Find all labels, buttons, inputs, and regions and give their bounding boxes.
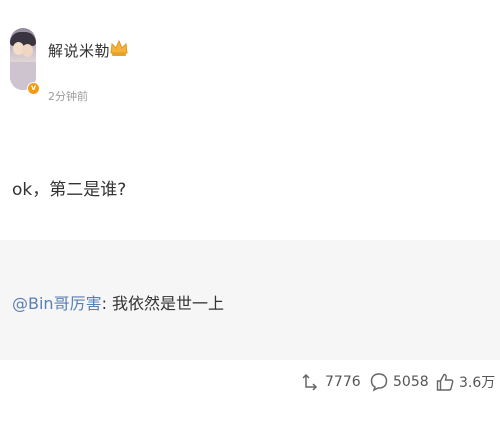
repost-icon: [302, 373, 318, 391]
repost-text: : 我依然是世一上: [101, 294, 225, 313]
comment-icon: [370, 373, 388, 392]
comment-count: 5058: [393, 374, 429, 390]
repost-count: 7776: [325, 374, 361, 390]
crown-icon: [110, 39, 128, 56]
post-header: v 解说米勒 2分钟前: [10, 28, 490, 108]
action-bar: 7776 5058 3.6万: [0, 360, 500, 410]
verified-badge-icon: v: [27, 82, 40, 95]
like-icon: [436, 373, 454, 391]
author-name[interactable]: 解说米勒: [48, 40, 110, 61]
post-text: ok，第二是谁?: [12, 180, 127, 200]
repost-line: @Bin哥厉害: 我依然是世一上: [12, 290, 224, 314]
like-count: 3.6万: [459, 375, 496, 391]
user-mention-link[interactable]: @Bin哥厉害: [12, 294, 102, 313]
post-timestamp: 2分钟前: [48, 90, 88, 103]
repost-button[interactable]: 7776: [302, 370, 361, 394]
avatar[interactable]: [10, 28, 36, 90]
like-button[interactable]: 3.6万: [436, 370, 495, 394]
reposted-content[interactable]: @Bin哥厉害: 我依然是世一上: [0, 240, 500, 360]
comment-button[interactable]: 5058: [370, 370, 429, 394]
